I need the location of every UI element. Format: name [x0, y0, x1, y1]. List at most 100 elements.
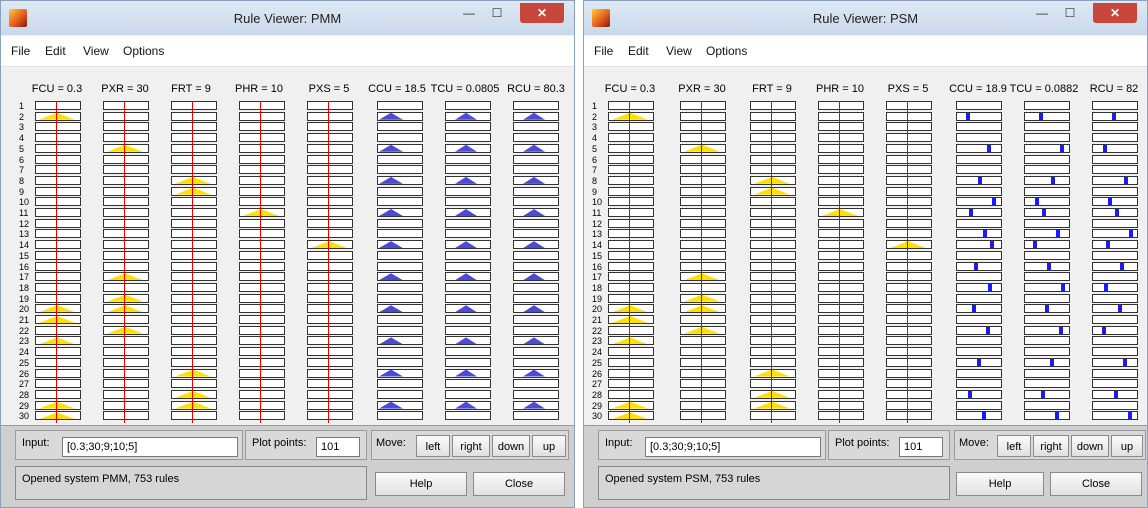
output-bar — [982, 412, 986, 420]
input-membership-column[interactable] — [35, 101, 81, 423]
rule-cell — [886, 165, 932, 175]
minimize-icon[interactable]: — — [456, 3, 482, 23]
rule-cell — [1092, 250, 1138, 260]
maximize-icon[interactable]: ☐ — [484, 3, 510, 23]
input-value-marker[interactable] — [771, 101, 772, 423]
rule-cell — [239, 336, 285, 346]
rule-cell — [171, 229, 217, 239]
input-value-marker[interactable] — [629, 101, 630, 423]
move-up-button[interactable]: up — [532, 435, 566, 457]
output-membership-column[interactable] — [445, 101, 491, 423]
menu-options[interactable]: Options — [123, 44, 164, 58]
output-bar — [977, 358, 981, 366]
title-bar[interactable]: Rule Viewer: PSM — ☐ ✕ — [584, 1, 1147, 35]
rule-cell — [886, 218, 932, 228]
input-membership-column[interactable] — [886, 101, 932, 423]
input-membership-column[interactable] — [608, 101, 654, 423]
move-down-button[interactable]: down — [492, 435, 530, 457]
rule-cell — [377, 250, 423, 260]
rule-cell — [239, 218, 285, 228]
maximize-icon[interactable]: ☐ — [1057, 3, 1083, 23]
rule-cell — [818, 379, 864, 389]
output-header-ccu: CCU = 18.9 — [949, 83, 1007, 95]
rule-cell — [445, 379, 491, 389]
move-left-button[interactable]: left — [416, 435, 450, 457]
help-button[interactable]: Help — [956, 472, 1044, 496]
rule-cell — [307, 347, 353, 357]
rule-cell — [445, 282, 491, 292]
menu-edit[interactable]: Edit — [45, 44, 66, 58]
close-icon[interactable]: ✕ — [1093, 3, 1137, 23]
input-value-marker[interactable] — [839, 101, 840, 423]
output-membership-column[interactable] — [513, 101, 559, 423]
input-membership-column[interactable] — [103, 101, 149, 423]
rule-cell — [103, 122, 149, 132]
close-button[interactable]: Close — [473, 472, 565, 496]
output-membership-column[interactable] — [1092, 101, 1138, 423]
input-membership-column[interactable] — [750, 101, 796, 423]
input-value-marker[interactable] — [260, 101, 261, 423]
rule-cell — [956, 325, 1002, 335]
rule-cell — [680, 379, 726, 389]
input-value-marker[interactable] — [56, 101, 57, 423]
rule-cell — [956, 250, 1002, 260]
input-field[interactable]: [0.3;30;9;10;5] — [645, 437, 821, 457]
rule-cell — [35, 154, 81, 164]
input-value-marker[interactable] — [328, 101, 329, 423]
rule-cell — [1024, 379, 1070, 389]
move-right-button[interactable]: right — [1033, 435, 1069, 457]
rule-cell — [239, 325, 285, 335]
output-membership-column[interactable] — [956, 101, 1002, 423]
output-membership-column[interactable] — [377, 101, 423, 423]
rule-cell — [1092, 186, 1138, 196]
menu-options[interactable]: Options — [706, 44, 747, 58]
input-membership-column[interactable] — [818, 101, 864, 423]
rule-number: 28 — [19, 389, 30, 400]
input-field[interactable]: [0.3;30;9;10;5] — [62, 437, 238, 457]
input-header-frt: FRT = 9 — [171, 83, 211, 95]
input-membership-column[interactable] — [680, 101, 726, 423]
menu-view[interactable]: View — [666, 44, 692, 58]
rule-cell — [1024, 368, 1070, 378]
rule-cell — [239, 186, 285, 196]
plot-points-field[interactable]: 101 — [316, 437, 360, 457]
input-value-marker[interactable] — [124, 101, 125, 423]
menu-edit[interactable]: Edit — [628, 44, 649, 58]
minimize-icon[interactable]: — — [1029, 3, 1055, 23]
rule-cell — [1092, 400, 1138, 410]
close-button[interactable]: Close — [1050, 472, 1142, 496]
output-header-tcu: TCU = 0.0882 — [1009, 83, 1079, 95]
help-button[interactable]: Help — [375, 472, 467, 496]
rule-cell — [608, 368, 654, 378]
menu-view[interactable]: View — [83, 44, 109, 58]
move-up-button[interactable]: up — [1111, 435, 1143, 457]
rule-cell — [818, 111, 864, 121]
input-membership-column[interactable] — [239, 101, 285, 423]
title-bar[interactable]: Rule Viewer: PMM — ☐ ✕ — [1, 1, 574, 35]
close-icon[interactable]: ✕ — [520, 3, 564, 23]
rule-cell — [35, 293, 81, 303]
move-down-button[interactable]: down — [1071, 435, 1109, 457]
menu-file[interactable]: File — [11, 44, 30, 58]
rule-cell — [445, 186, 491, 196]
rule-number: 13 — [592, 229, 603, 240]
control-panel: Input: [0.3;30;9;10;5] Plot points: 101 … — [584, 425, 1147, 507]
rule-cell — [35, 186, 81, 196]
input-value-marker[interactable] — [907, 101, 908, 423]
rule-cell — [886, 400, 932, 410]
rule-cell — [377, 293, 423, 303]
menu-file[interactable]: File — [594, 44, 613, 58]
rule-cell — [307, 143, 353, 153]
output-bar — [1042, 209, 1046, 216]
rule-cell — [1024, 101, 1070, 110]
output-header-ccu: CCU = 18.5 — [368, 83, 426, 95]
input-membership-column[interactable] — [307, 101, 353, 423]
output-bar — [1045, 305, 1049, 313]
move-left-button[interactable]: left — [997, 435, 1031, 457]
move-right-button[interactable]: right — [452, 435, 490, 457]
input-value-marker[interactable] — [192, 101, 193, 423]
plot-points-field[interactable]: 101 — [899, 437, 943, 457]
input-value-marker[interactable] — [701, 101, 702, 423]
input-membership-column[interactable] — [171, 101, 217, 423]
output-membership-column[interactable] — [1024, 101, 1070, 423]
